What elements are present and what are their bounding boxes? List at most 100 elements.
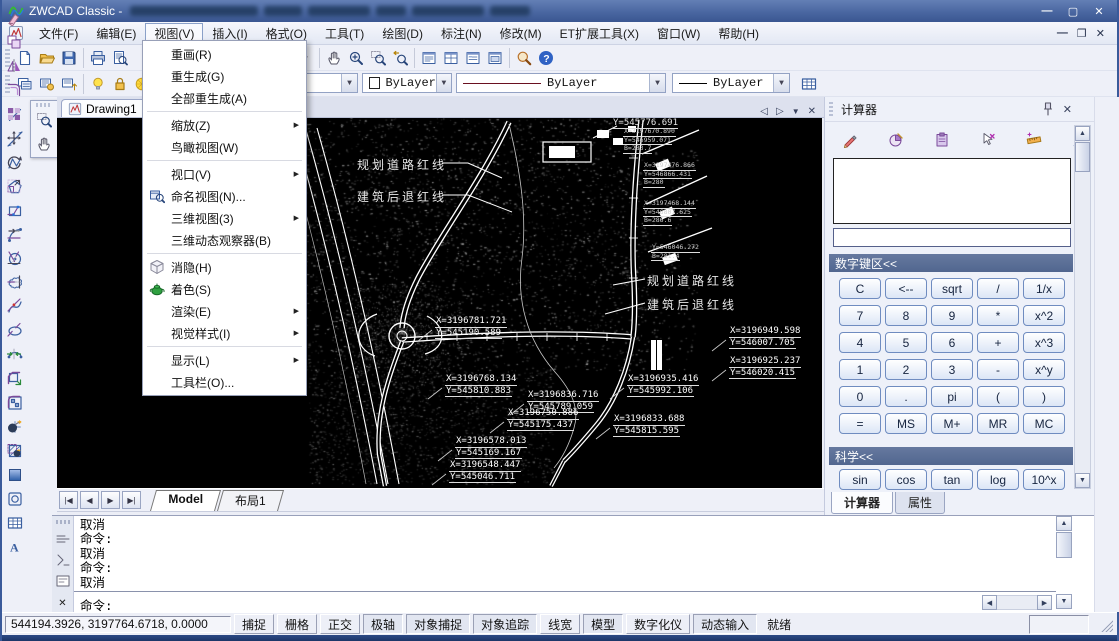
tab-list-icon[interactable]: ▼ xyxy=(792,107,800,116)
status-toggle-osnap[interactable]: 对象捕捉 xyxy=(406,614,470,634)
calc-key-_[interactable]: = xyxy=(839,413,881,434)
erase-icon[interactable] xyxy=(3,7,25,29)
calc-key-_[interactable]: ) xyxy=(1023,386,1065,407)
panel-grip[interactable] xyxy=(829,102,833,116)
chevron-down-icon[interactable]: ▼ xyxy=(436,74,451,92)
menu-express[interactable]: ET扩展工具(X) xyxy=(551,23,648,44)
palette-toolbars-icon[interactable] xyxy=(418,47,440,69)
close-button[interactable]: ✕ xyxy=(1091,5,1107,18)
scrollbar-thumb[interactable] xyxy=(1075,142,1090,172)
toolbar-grip[interactable] xyxy=(36,103,52,107)
calc-clear-history-icon[interactable] xyxy=(883,127,909,153)
mdi-restore-button[interactable]: ❐ xyxy=(1077,27,1087,40)
view-menu-item-3d-orbit[interactable]: 三维动态观察器(B) xyxy=(143,229,306,251)
prev-tab-icon[interactable]: ◀ xyxy=(80,491,99,509)
scale-icon[interactable] xyxy=(3,175,25,197)
menu-file[interactable]: 文件(F) xyxy=(30,23,87,44)
calc-key-5[interactable]: 5 xyxy=(885,332,927,353)
rotate-icon[interactable] xyxy=(3,151,25,173)
chevron-down-icon[interactable]: ▼ xyxy=(649,74,665,92)
panel-scrollbar[interactable]: ▲ ▼ xyxy=(1074,125,1091,489)
view-menu-item-display[interactable]: 显示(L)▶ xyxy=(143,349,306,371)
status-toggle-dynamic-input[interactable]: 动态输入 xyxy=(693,614,757,634)
zoom-previous-icon[interactable] xyxy=(389,47,411,69)
calc-key-sin[interactable]: sin xyxy=(839,469,881,490)
calc-get-coordinates-icon[interactable] xyxy=(975,127,1001,153)
array-icon[interactable] xyxy=(3,103,25,125)
calc-edit-icon[interactable] xyxy=(837,127,863,153)
view-menu-item-shade[interactable]: 着色(S) xyxy=(143,278,306,300)
toolbar-grip[interactable] xyxy=(56,520,70,524)
calc-paste-icon[interactable] xyxy=(929,127,955,153)
text-icon[interactable]: A xyxy=(4,536,26,558)
cmd-strip-icon-2[interactable] xyxy=(54,551,72,569)
color-combo[interactable]: ByLayer ▼ xyxy=(362,73,452,93)
view-menu-item-render[interactable]: 渲染(E)▶ xyxy=(143,300,306,322)
calc-key-MC[interactable]: MC xyxy=(1023,413,1065,434)
panel-close-icon[interactable]: ✕ xyxy=(1063,103,1072,116)
fillet-icon[interactable] xyxy=(3,391,25,413)
status-toggle-grid[interactable]: 栅格 xyxy=(277,614,317,634)
panel-tab-属性[interactable]: 属性 xyxy=(895,492,945,514)
find-icon[interactable] xyxy=(513,47,535,69)
panel-tab-计算器[interactable]: 计算器 xyxy=(831,492,893,514)
lengthen-icon[interactable] xyxy=(3,223,25,245)
view-menu-item-named-views[interactable]: 命名视图(N)... xyxy=(143,185,306,207)
status-toggle-snap[interactable]: 捕捉 xyxy=(234,614,274,634)
calculator-input[interactable] xyxy=(833,228,1071,247)
view-menu-item-aerial-view[interactable]: 鸟瞰视图(W) xyxy=(143,136,306,158)
view-menu-item-visual-styles[interactable]: 视觉样式(I)▶ xyxy=(143,322,306,344)
zoom-realtime-icon[interactable] xyxy=(345,47,367,69)
calc-key-tan[interactable]: tan xyxy=(931,469,973,490)
menu-modify[interactable]: 修改(M) xyxy=(491,23,551,44)
layer-previous-icon[interactable] xyxy=(58,73,80,95)
calc-key-cos[interactable]: cos xyxy=(885,469,927,490)
save-icon[interactable] xyxy=(58,47,80,69)
break-point-icon[interactable] xyxy=(3,295,25,317)
view-menu-item-toolbars[interactable]: 工具栏(O)... xyxy=(143,371,306,393)
calc-key-x_3[interactable]: x^3 xyxy=(1023,332,1065,353)
move-icon[interactable] xyxy=(3,127,25,149)
scrollbar-thumb[interactable] xyxy=(1056,532,1072,558)
scroll-down-icon[interactable]: ▼ xyxy=(1056,594,1072,609)
cmd-strip-icon-1[interactable] xyxy=(54,530,72,548)
chamfer-icon[interactable] xyxy=(3,367,25,389)
calc-key-log[interactable]: log xyxy=(977,469,1019,490)
stretch-icon[interactable] xyxy=(3,199,25,221)
command-scrollbar[interactable]: ▲ ▼ xyxy=(1056,516,1072,609)
mdi-close-button[interactable]: ✕ xyxy=(1096,27,1105,40)
mdi-minimize-button[interactable]: — xyxy=(1057,27,1068,40)
mirror-icon[interactable] xyxy=(3,55,25,77)
table-icon[interactable] xyxy=(798,73,820,95)
coordinate-readout[interactable]: 544194.3926, 3197764.6718, 0.0000 xyxy=(5,616,231,633)
calc-key-pi[interactable]: pi xyxy=(931,386,973,407)
cmd-strip-icon-3[interactable] xyxy=(54,572,72,590)
calc-key-1_x[interactable]: 1/x xyxy=(1023,278,1065,299)
status-toggle-ortho[interactable]: 正交 xyxy=(320,614,360,634)
next-tab-icon[interactable]: ▶ xyxy=(101,491,120,509)
minimize-button[interactable]: — xyxy=(1039,5,1055,18)
menu-dimension[interactable]: 标注(N) xyxy=(432,23,491,44)
gradient-icon[interactable] xyxy=(4,464,26,486)
scroll-left-icon[interactable]: ◀ xyxy=(982,595,997,610)
calc-key-sqrt[interactable]: sqrt xyxy=(931,278,973,299)
calc-key-3[interactable]: 3 xyxy=(931,359,973,380)
menu-draw[interactable]: 绘图(D) xyxy=(373,23,432,44)
calc-key-9[interactable]: 9 xyxy=(931,305,973,326)
command-history[interactable]: 取消命令:取消命令:取消 xyxy=(74,516,1056,590)
pan-icon[interactable] xyxy=(33,133,55,155)
view-menu-item-zoom[interactable]: 缩放(Z)▶ xyxy=(143,114,306,136)
command-close-icon[interactable]: ✕ xyxy=(58,598,66,609)
copy-icon[interactable] xyxy=(3,31,25,53)
calc-key-_[interactable]: + xyxy=(977,332,1019,353)
calc-key-___[interactable]: <-- xyxy=(885,278,927,299)
calc-distance-icon[interactable] xyxy=(1021,127,1047,153)
tab-close-icon[interactable]: ✕ xyxy=(808,106,816,117)
layer-combo[interactable]: ▼ xyxy=(304,73,358,93)
attribute-explode-icon[interactable] xyxy=(3,439,25,461)
trim-icon[interactable] xyxy=(3,247,25,269)
layout-tab-布局1[interactable]: 布局1 xyxy=(217,490,284,511)
scrollbar-track[interactable] xyxy=(997,595,1037,610)
view-menu-item-3d-views[interactable]: 三维视图(3)▶ xyxy=(143,207,306,229)
status-toggle-lineweight[interactable]: 线宽 xyxy=(540,614,580,634)
